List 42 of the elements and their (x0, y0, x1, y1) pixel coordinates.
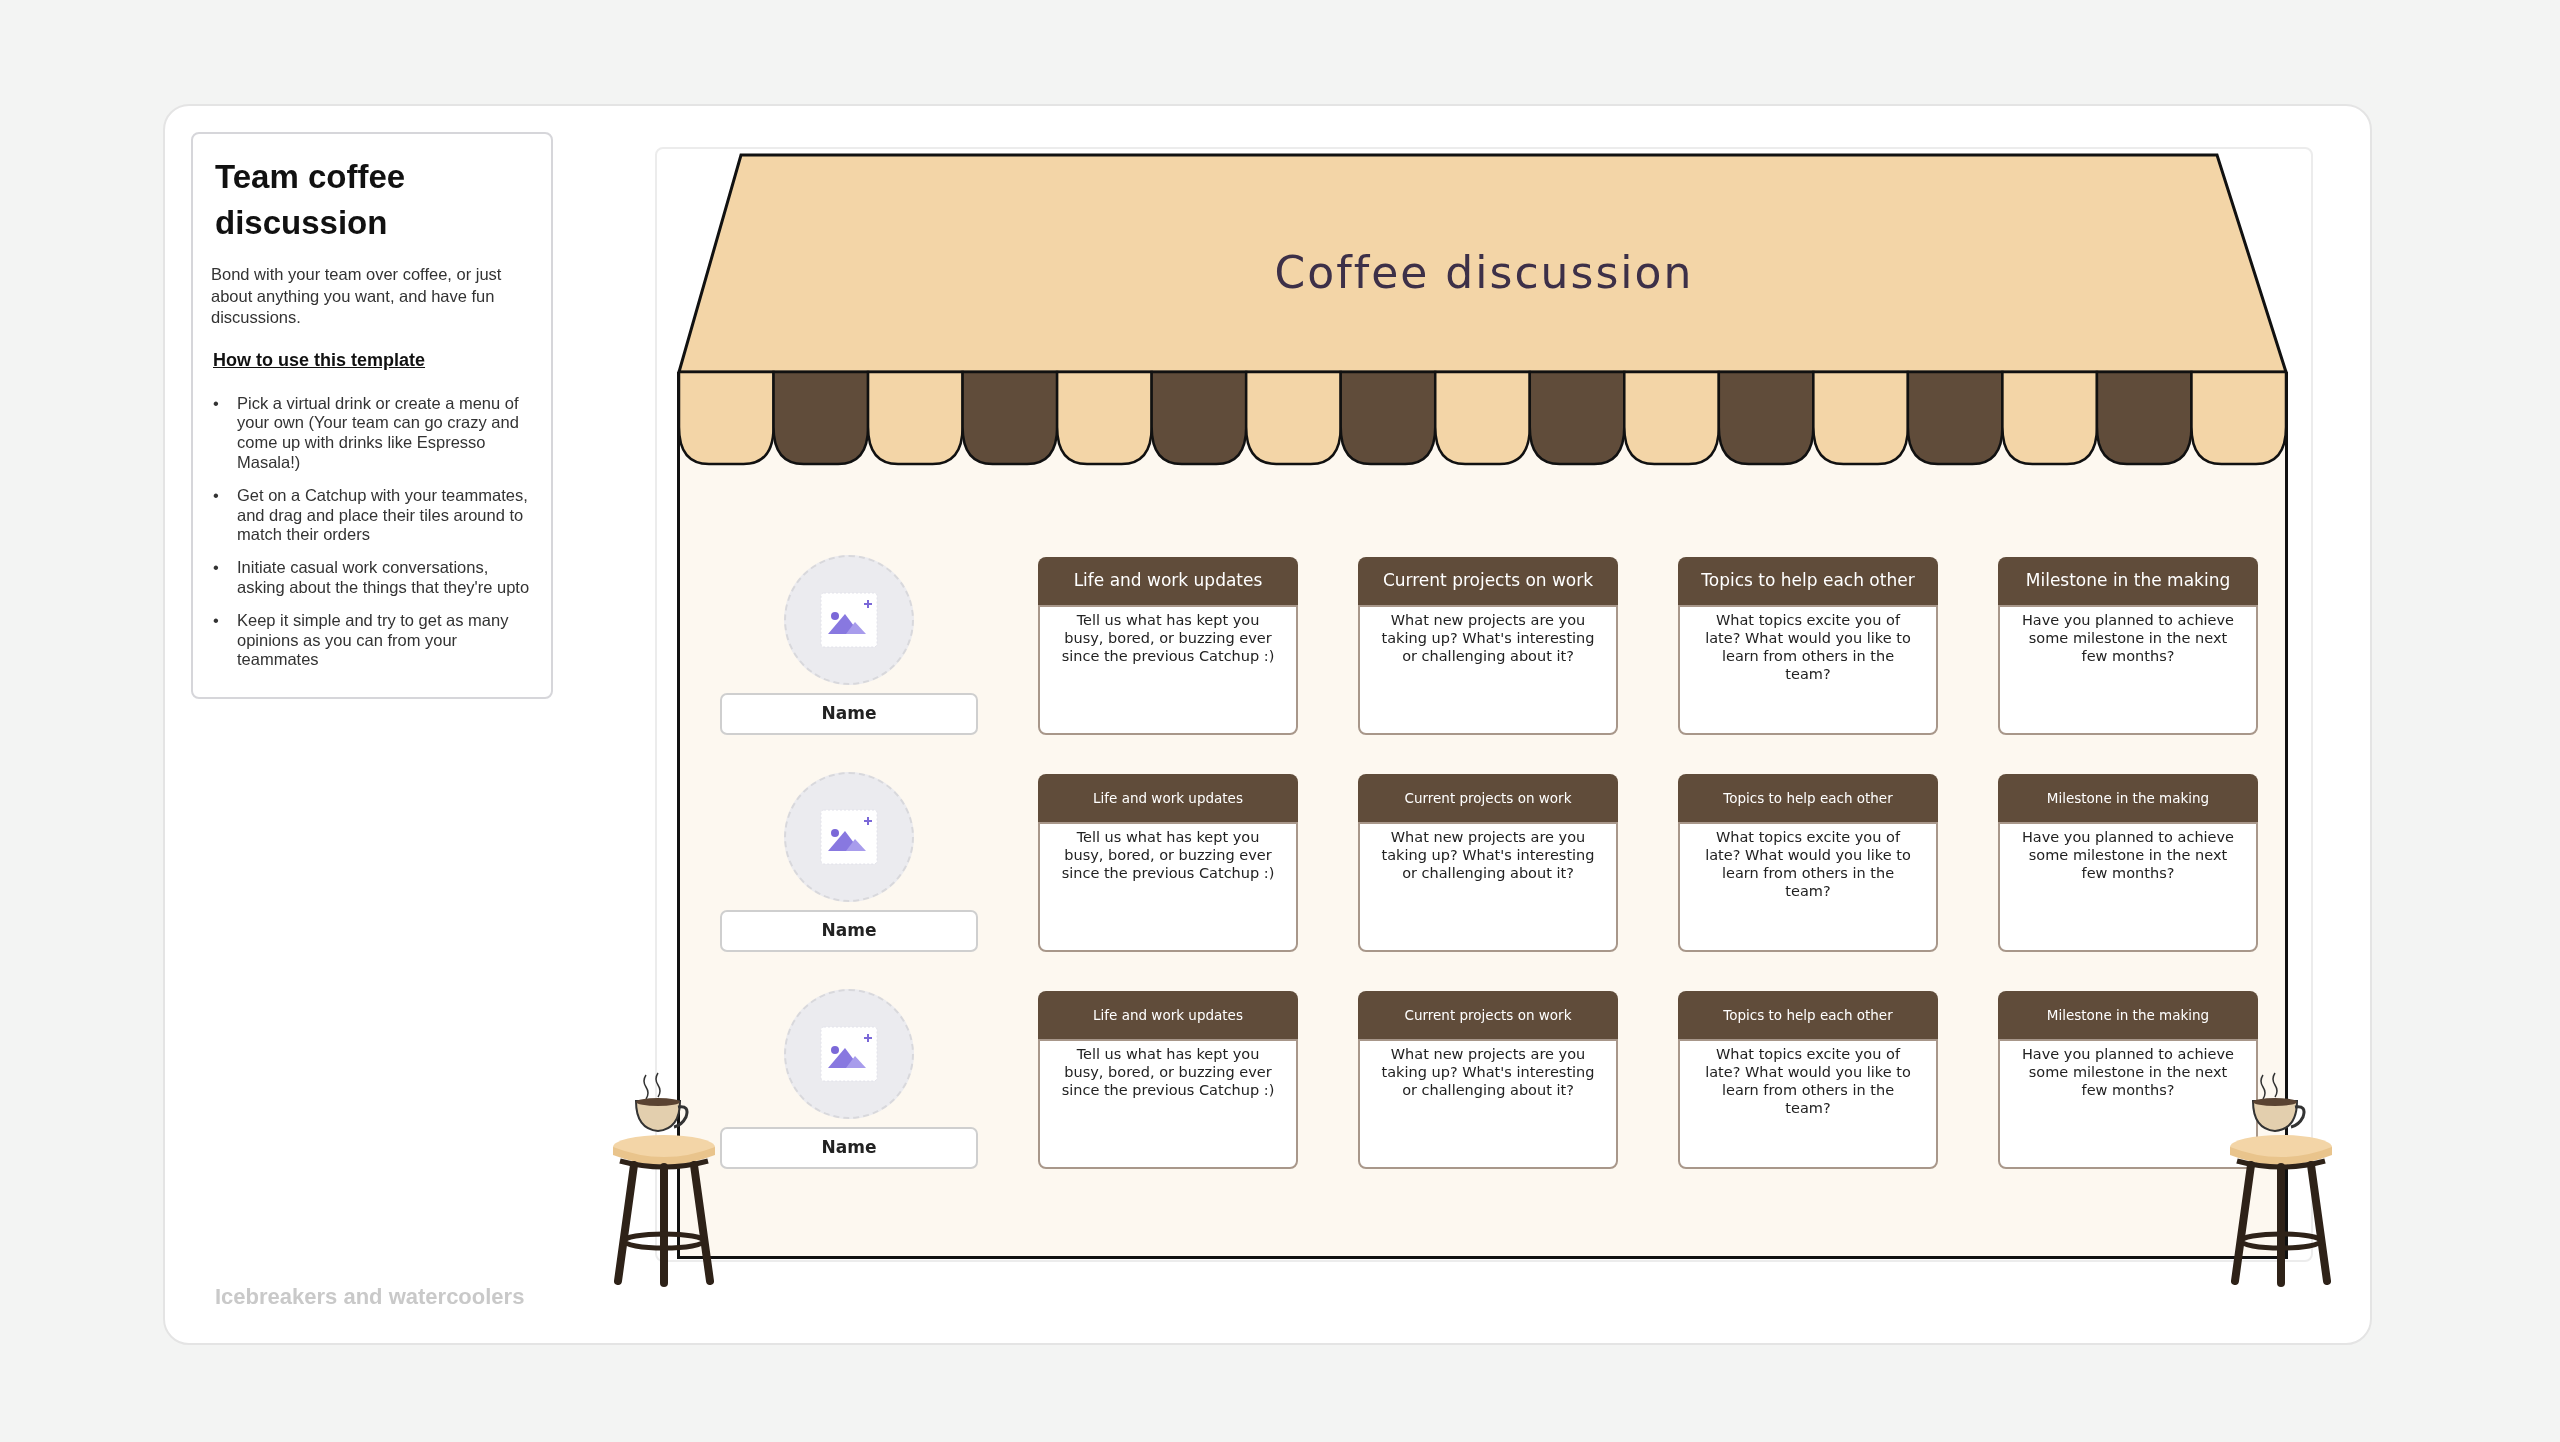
prompt-header: Current projects on work (1358, 557, 1618, 605)
name-field: Name (720, 1127, 978, 1169)
prompt-card: Tell us what has kept you busy, bored, or buzzing ever since the previous Catchup :) (1038, 1039, 1298, 1169)
prompt-card: What new projects are you taking up? What's interesting or challenging about it? (1358, 605, 1618, 735)
prompt-header: Life and work updates (1038, 991, 1298, 1039)
prompt-card: Have you planned to achieve some milestone in the next few months? (1998, 1039, 2258, 1169)
board-title: Coffee discussion (1273, 246, 1695, 300)
prompt-header: Topics to help each other (1678, 557, 1938, 605)
guide-description: Bond with your team over coffee, or just about anything you want, and have fun discussions. (211, 264, 503, 329)
how-to-heading: How to use this template (213, 348, 426, 372)
prompt-card: What new projects are you taking up? What's interesting or challenging about it? (1358, 1039, 1618, 1169)
prompt-header: Milestone in the making (1998, 774, 2258, 822)
guide-title: Team coffee discussion (215, 157, 407, 244)
prompt-card: Tell us what has kept you busy, bored, or buzzing ever since the previous Catchup :) (1038, 822, 1298, 952)
guide-step: Get on a Catchup with your teammates, and drag and place their tiles around to match their orders (237, 485, 533, 546)
bullet-mark: • (212, 485, 220, 506)
guide-step: Keep it simple and try to get as many opinions as you can from your teammates (237, 610, 533, 671)
prompt-header: Topics to help each other (1678, 991, 1938, 1039)
prompt-card: Tell us what has kept you busy, bored, or buzzing ever since the previous Catchup :) (1038, 605, 1298, 735)
prompt-card: Have you planned to achieve some milestone in the next few months? (1998, 605, 2258, 735)
guide-step: Pick a virtual drink or create a menu of your own (Your team can go crazy and come up with drinks like Espresso Masala!) (237, 393, 533, 473)
image-placeholder-icon (820, 809, 878, 865)
prompt-card: What new projects are you taking up? What's interesting or challenging about it? (1358, 822, 1618, 952)
image-placeholder-icon (820, 592, 878, 648)
prompt-header: Life and work updates (1038, 774, 1298, 822)
prompt-header: Topics to help each other (1678, 774, 1938, 822)
prompt-card: What topics excite you of late? What would you like to learn from others in the team? (1678, 822, 1938, 952)
prompt-header: Current projects on work (1358, 991, 1618, 1039)
bullet-mark: • (212, 393, 220, 414)
prompt-card: Have you planned to achieve some milestone in the next few months? (1998, 822, 2258, 952)
prompt-header: Milestone in the making (1998, 557, 2258, 605)
bullet-mark: • (212, 610, 220, 631)
bullet-mark: • (212, 558, 220, 579)
prompt-card: What topics excite you of late? What would you like to learn from others in the team? (1678, 1039, 1938, 1169)
prompt-header: Milestone in the making (1998, 991, 2258, 1039)
name-field: Name (720, 910, 978, 952)
guide-step: Initiate casual work conversations, asking about the things that they're upto (237, 558, 533, 598)
prompt-card: What topics excite you of late? What would you like to learn from others in the team? (1678, 605, 1938, 735)
prompt-header: Life and work updates (1038, 557, 1298, 605)
name-field: Name (720, 693, 978, 735)
image-placeholder-icon (820, 1026, 878, 1082)
prompt-header: Current projects on work (1358, 774, 1618, 822)
